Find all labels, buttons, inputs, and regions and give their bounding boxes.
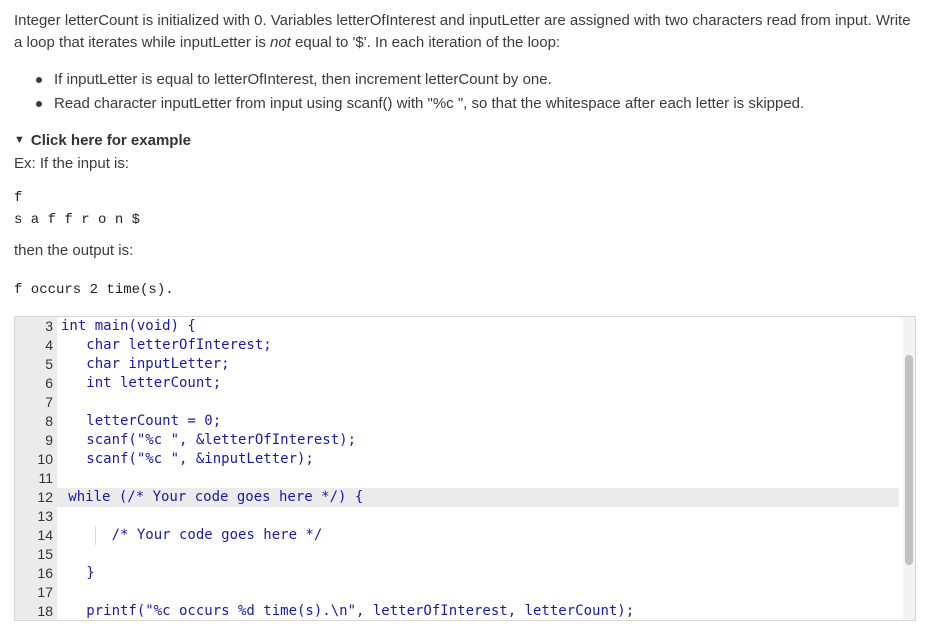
example-intro: Ex: If the input is: — [14, 155, 130, 172]
code-line[interactable]: 14 /* Your code goes here */ — [15, 526, 903, 545]
editor-scrollbar[interactable] — [903, 317, 915, 620]
code-line[interactable]: 17 — [15, 583, 903, 602]
code-text[interactable]: char letterOfInterest; — [61, 336, 271, 355]
line-number: 10 — [37, 451, 53, 467]
code-line[interactable]: 8 letterCount = 0; — [15, 412, 903, 431]
code-text[interactable]: letterCount = 0; — [61, 412, 221, 431]
loop-rules-list: If inputLetter is equal to letterOfInter… — [36, 68, 914, 116]
code-line[interactable]: 13 — [15, 507, 903, 526]
code-text[interactable]: } — [61, 564, 94, 583]
description-emphasis: not — [269, 34, 291, 51]
line-number: 18 — [37, 603, 53, 619]
line-number: 9 — [45, 432, 53, 448]
line-number: 5 — [45, 356, 53, 372]
rule-item: Read character inputLetter from input us… — [36, 92, 914, 116]
code-line[interactable]: 10 scanf("%c ", &inputLetter); — [15, 450, 903, 469]
code-line[interactable]: 4 char letterOfInterest; — [15, 336, 903, 355]
code-editor[interactable]: 3 int main(void) { 4 char letterOfIntere… — [14, 316, 916, 621]
line-number: 11 — [38, 470, 53, 486]
example-toggle-label: Click here for example — [30, 132, 191, 149]
active-code-line[interactable]: while (/* Your code goes here */) { — [57, 488, 899, 507]
code-line[interactable]: 16 } — [15, 564, 903, 583]
code-text[interactable]: scanf("%c ", &letterOfInterest); — [61, 431, 356, 450]
code-line[interactable]: 11 — [15, 469, 903, 488]
line-number: 13 — [37, 508, 53, 524]
example-toggle[interactable]: ▼ Click here for example — [14, 132, 191, 149]
code-text[interactable]: char inputLetter; — [61, 355, 229, 374]
example-output-intro: then the output is: — [14, 242, 134, 259]
code-line[interactable]: 7 — [15, 393, 903, 412]
code-line[interactable]: 9 scanf("%c ", &letterOfInterest); — [15, 431, 903, 450]
line-number: 16 — [37, 565, 53, 581]
code-text[interactable]: while (/* Your code goes here */) { — [43, 488, 363, 507]
code-text[interactable]: int letterCount; — [61, 374, 221, 393]
code-line[interactable]: 15 — [15, 545, 903, 564]
code-line[interactable]: 3 int main(void) { — [15, 317, 903, 336]
problem-description: Integer letterCount is initialized with … — [14, 10, 914, 54]
code-text[interactable]: printf("%c occurs %d time(s).\n", letter… — [61, 602, 634, 620]
description-text-2: equal to '$'. In each iteration of the l… — [290, 34, 561, 51]
triangle-down-icon: ▼ — [14, 134, 25, 146]
code-line[interactable]: 18 printf("%c occurs %d time(s).\n", let… — [15, 602, 903, 620]
code-line[interactable]: 6 int letterCount; — [15, 374, 903, 393]
example-input-line1: f — [14, 190, 23, 206]
line-number: 14 — [37, 527, 53, 543]
code-line: 12 — [15, 488, 57, 507]
code-text[interactable]: int main(void) { — [61, 317, 196, 336]
line-number: 8 — [45, 413, 53, 429]
scrollbar-thumb[interactable] — [905, 355, 913, 565]
line-number: 7 — [45, 394, 53, 410]
code-text[interactable]: /* Your code goes here */ — [61, 526, 323, 545]
code-text[interactable]: scanf("%c ", &inputLetter); — [61, 450, 314, 469]
line-number: 12 — [37, 489, 53, 505]
line-number: 6 — [45, 375, 53, 391]
code-line[interactable]: 5 char inputLetter; — [15, 355, 903, 374]
line-number: 17 — [37, 584, 53, 600]
example-input-line2: s a f f r o n $ — [14, 212, 141, 228]
line-number: 4 — [45, 337, 53, 353]
example-output-line: f occurs 2 time(s). — [14, 282, 174, 298]
line-number: 3 — [45, 318, 53, 334]
line-number: 15 — [37, 546, 53, 562]
rule-item: If inputLetter is equal to letterOfInter… — [36, 68, 914, 92]
